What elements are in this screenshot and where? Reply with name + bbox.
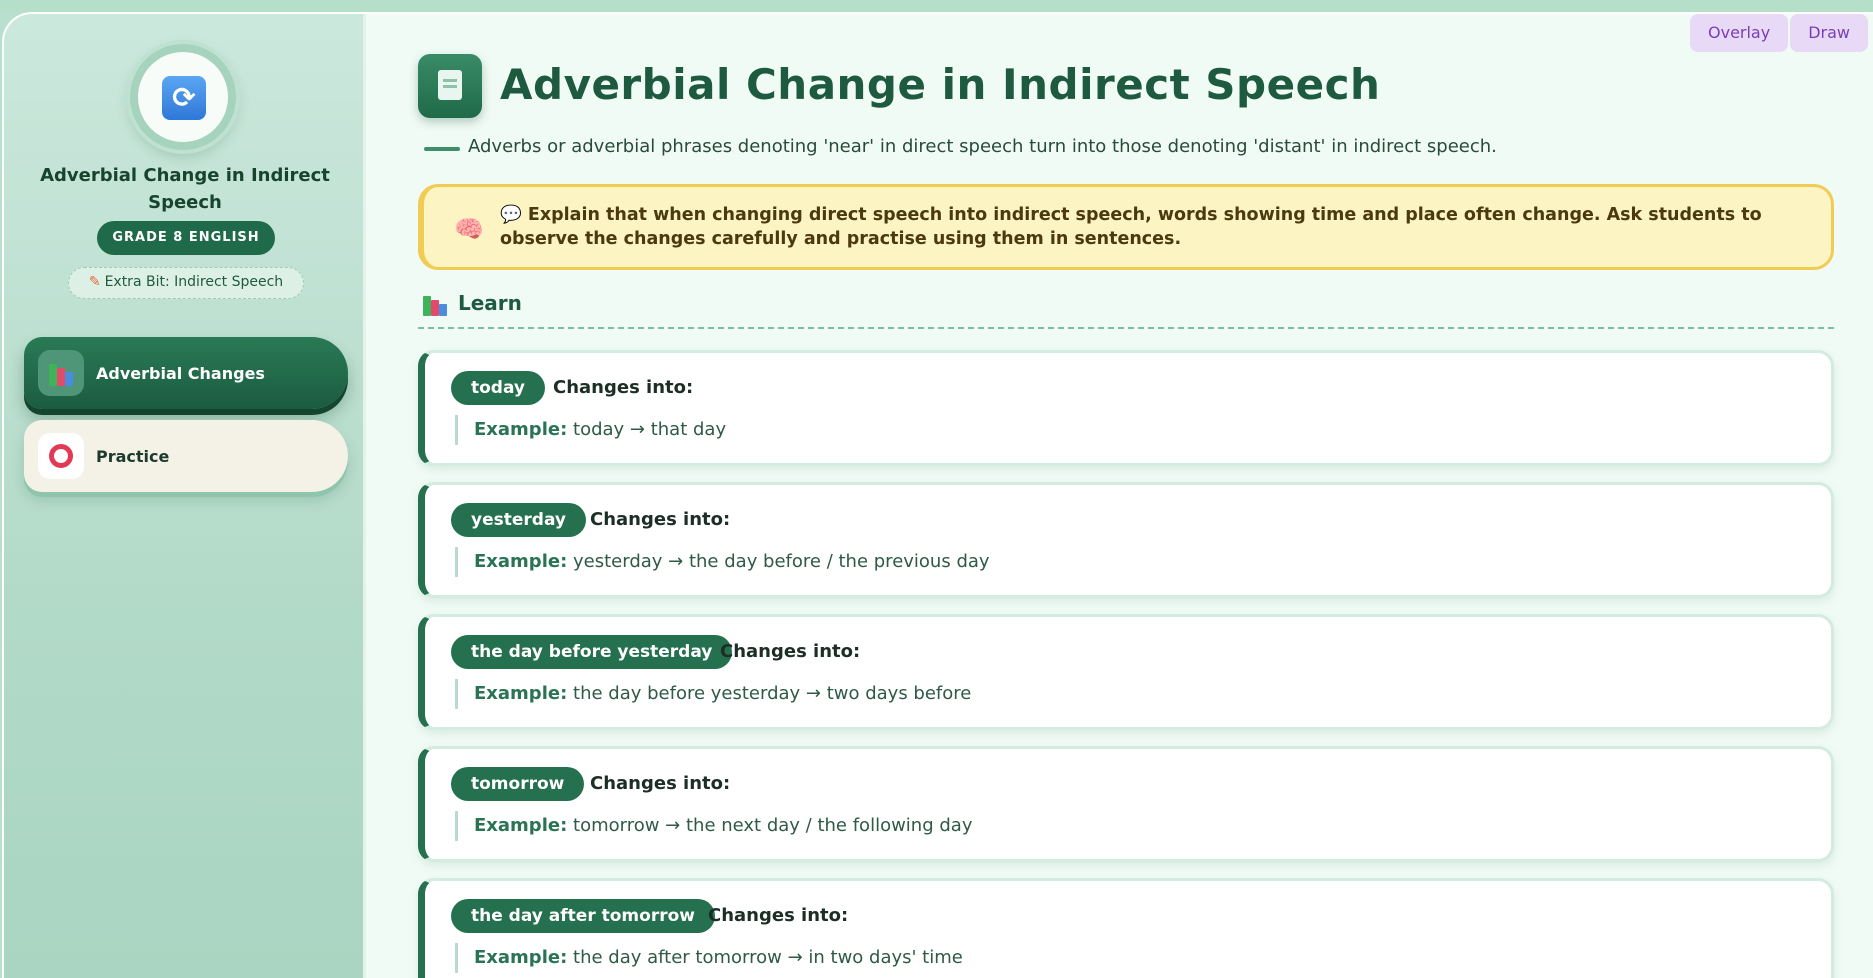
nav-label: Adverbial Changes <box>96 363 265 383</box>
sidebar-title: Adverbial Change in Indirect Speech <box>40 165 330 213</box>
teacher-note: 🧠 💬 Explain that when changing direct sp… <box>418 184 1834 270</box>
adverb-card: the day before yesterday Changes into: E… <box>418 614 1834 730</box>
grade-badge: GRADE 8 ENGLISH <box>97 221 275 255</box>
brain-icon: 🧠 <box>454 215 484 243</box>
example-label: Example: <box>474 683 568 704</box>
example-text: today → that day <box>573 419 727 440</box>
adverb-pill: today <box>451 371 546 405</box>
example-label: Example: <box>474 815 568 836</box>
adverb-pill: tomorrow <box>451 767 585 801</box>
adverb-pill: the day after tomorrow <box>451 899 715 933</box>
learn-heading-label: Learn <box>458 291 522 315</box>
changes-label: Changes into: <box>553 377 694 398</box>
example-text: tomorrow → the next day / the following … <box>573 815 973 836</box>
adverb-card: tomorrow Changes into: Example: tomorrow… <box>418 746 1834 862</box>
extra-bit-badge: ✎ Extra Bit: Indirect Speech <box>68 267 304 299</box>
adverb-card: the day after tomorrow Changes into: Exa… <box>418 878 1834 978</box>
ring-icon <box>38 433 84 479</box>
pencil-icon: ✎ <box>88 274 101 290</box>
example-line: Example: the day after tomorrow → in two… <box>455 943 963 973</box>
example-text: yesterday → the day before / the previou… <box>573 551 990 572</box>
extra-bit-label: Extra Bit: Indirect Speech <box>104 274 284 290</box>
changes-label: Changes into: <box>720 641 861 662</box>
changes-label: Changes into: <box>708 905 849 926</box>
example-line: Example: tomorrow → the next day / the f… <box>455 811 972 841</box>
example-line: Example: today → that day <box>455 415 726 445</box>
example-text: the day after tomorrow → in two days' ti… <box>573 947 963 968</box>
divider <box>418 327 1834 329</box>
teacher-note-text: 💬 Explain that when changing direct spee… <box>500 205 1762 249</box>
draw-button[interactable]: Draw <box>1790 14 1868 52</box>
example-label: Example: <box>474 419 568 440</box>
top-toolbar: Overlay Draw <box>1690 14 1868 52</box>
changes-label: Changes into: <box>590 509 731 530</box>
books-icon <box>422 290 448 316</box>
adverb-pill: the day before yesterday <box>451 635 733 669</box>
adverb-pill: yesterday <box>451 503 586 537</box>
example-label: Example: <box>474 551 568 572</box>
learn-heading: Learn <box>422 290 522 316</box>
adverb-card: yesterday Changes into: Example: yesterd… <box>418 482 1834 598</box>
page-title: Adverbial Change in Indirect Speech <box>500 60 1381 109</box>
overlay-button[interactable]: Overlay <box>1690 14 1789 52</box>
example-label: Example: <box>474 947 568 968</box>
book-icon <box>418 54 482 118</box>
nav-label: Practice <box>96 446 170 466</box>
example-line: Example: yesterday → the day before / th… <box>455 547 990 577</box>
nav-item-practice[interactable]: Practice <box>24 420 348 492</box>
subtitle-accent <box>424 147 460 151</box>
sidebar: ⟳ Adverbial Change in Indirect Speech GR… <box>4 14 366 978</box>
changes-label: Changes into: <box>590 773 731 794</box>
example-line: Example: the day before yesterday → two … <box>455 679 971 709</box>
app-logo: ⟳ <box>130 44 236 150</box>
page-subtitle: Adverbs or adverbial phrases denoting 'n… <box>468 136 1497 157</box>
top-strip <box>0 0 1873 12</box>
adverb-card: today Changes into: Example: today → tha… <box>418 350 1834 466</box>
example-text: the day before yesterday → two days befo… <box>573 683 972 704</box>
refresh-icon: ⟳ <box>162 76 206 120</box>
app-window: ⟳ Adverbial Change in Indirect Speech GR… <box>2 12 1873 978</box>
books-icon <box>38 350 84 396</box>
nav-item-adverbial-changes[interactable]: Adverbial Changes <box>24 337 348 409</box>
